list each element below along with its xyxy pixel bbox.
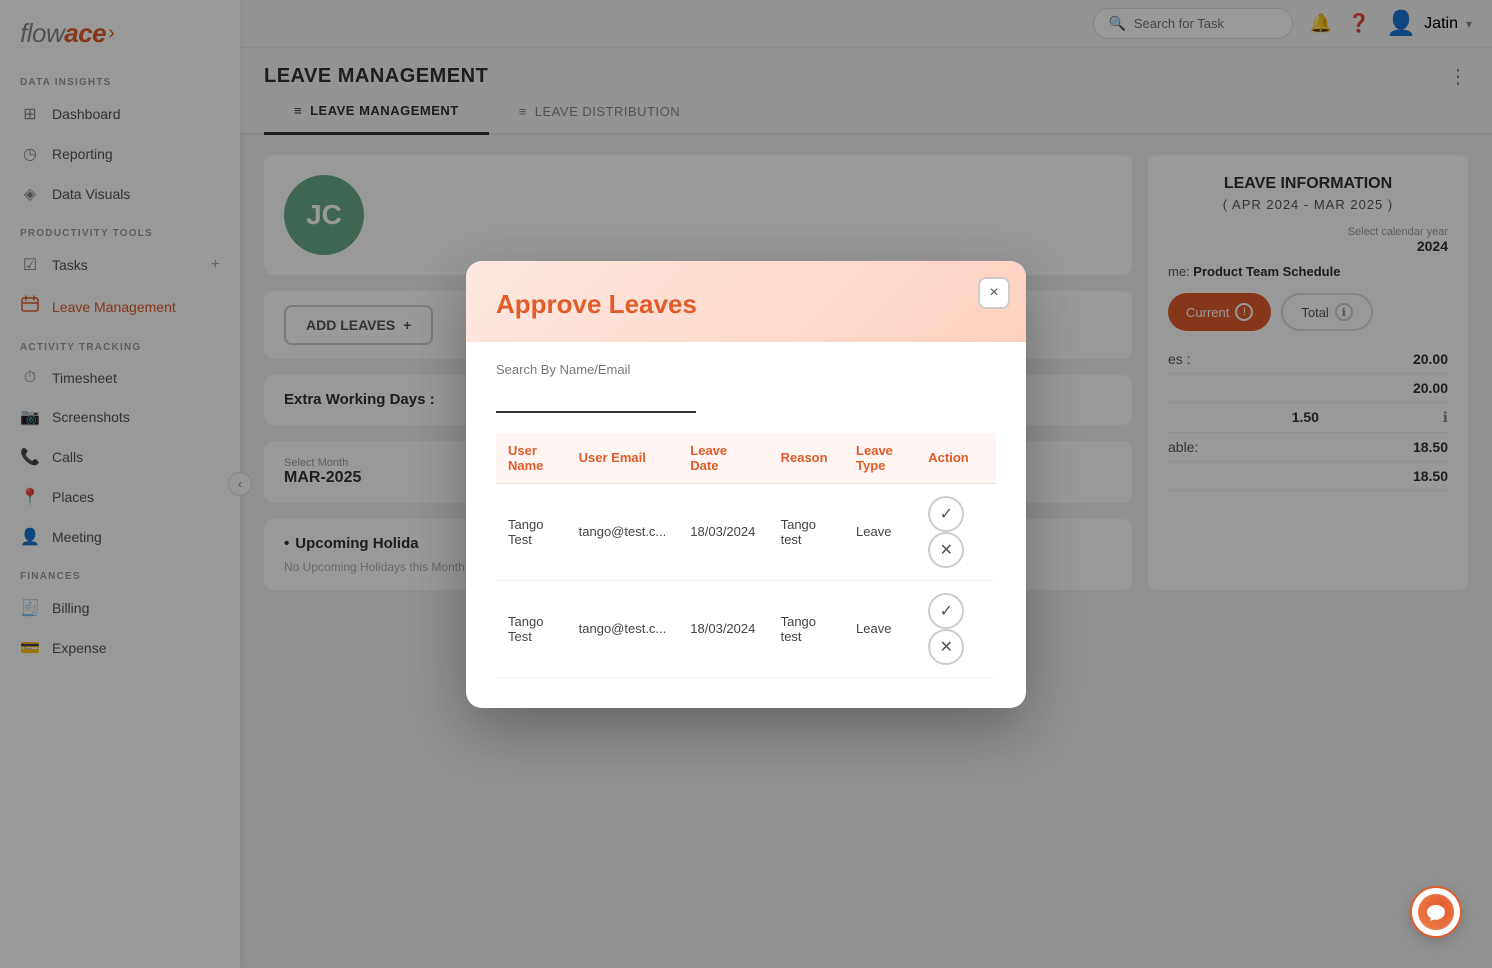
cell-reason: Tango test: [769, 483, 844, 580]
cell-leave-date: 18/03/2024: [678, 483, 768, 580]
approve-button[interactable]: ✓: [928, 496, 964, 532]
cell-action: ✓ ✕: [916, 580, 996, 677]
col-action: Action: [916, 433, 996, 484]
col-leave-date: Leave Date: [678, 433, 768, 484]
col-leave-type: Leave Type: [844, 433, 916, 484]
chat-fab-inner: [1418, 894, 1454, 930]
modal-body: Search By Name/Email User Name User Emai…: [466, 342, 1026, 708]
cell-reason: Tango test: [769, 580, 844, 677]
table-row: Tango Test tango@test.c... 18/03/2024 Ta…: [496, 580, 996, 677]
cell-leave-date: 18/03/2024: [678, 580, 768, 677]
table-row: Tango Test tango@test.c... 18/03/2024 Ta…: [496, 483, 996, 580]
col-reason: Reason: [769, 433, 844, 484]
modal-search-input[interactable]: [496, 383, 696, 413]
cell-user-email: tango@test.c...: [567, 483, 679, 580]
reject-button[interactable]: ✕: [928, 629, 964, 665]
cell-leave-type: Leave: [844, 483, 916, 580]
modal-overlay[interactable]: Approve Leaves × Search By Name/Email Us…: [0, 0, 1492, 968]
reject-button[interactable]: ✕: [928, 532, 964, 568]
approve-leaves-table: User Name User Email Leave Date Reason L…: [496, 433, 996, 678]
approve-button[interactable]: ✓: [928, 593, 964, 629]
cell-user-name: Tango Test: [496, 483, 567, 580]
modal-close-button[interactable]: ×: [978, 277, 1010, 309]
cell-user-name: Tango Test: [496, 580, 567, 677]
table-header-row: User Name User Email Leave Date Reason L…: [496, 433, 996, 484]
cell-leave-type: Leave: [844, 580, 916, 677]
col-user-email: User Email: [567, 433, 679, 484]
modal-title: Approve Leaves: [496, 289, 996, 320]
close-icon: ×: [989, 284, 998, 302]
modal-header: Approve Leaves ×: [466, 261, 1026, 342]
approve-leaves-modal: Approve Leaves × Search By Name/Email Us…: [466, 261, 1026, 708]
chat-fab-button[interactable]: [1410, 886, 1462, 938]
search-field-label: Search By Name/Email: [496, 362, 996, 377]
col-user-name: User Name: [496, 433, 567, 484]
cell-user-email: tango@test.c...: [567, 580, 679, 677]
cell-action: ✓ ✕: [916, 483, 996, 580]
